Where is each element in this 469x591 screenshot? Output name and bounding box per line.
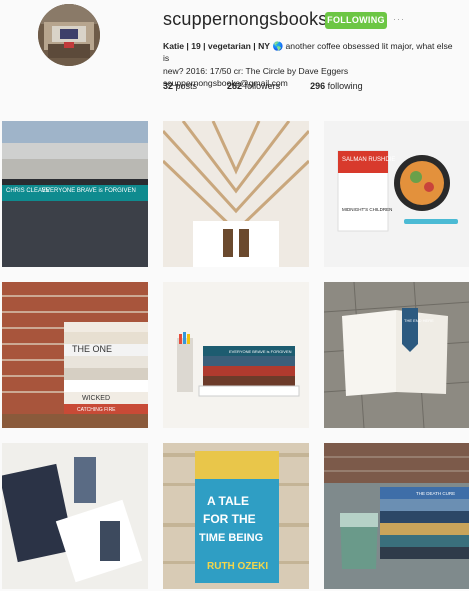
post-tile[interactable]: EVERYONE BRAVE is FORGIVEN	[163, 282, 309, 428]
posts-stat: 32 posts	[163, 81, 197, 91]
book-title-text: EVERYONE BRAVE is FORGIVEN	[42, 188, 136, 194]
post-image	[2, 443, 148, 589]
tale-line-3: TIME BEING	[199, 532, 263, 544]
profile-stats: 32 posts 282 followers 296 following	[163, 81, 393, 91]
profile-username: scuppernongsbooks	[163, 9, 328, 29]
globe-emoji-icon: 🌎	[272, 41, 284, 51]
post-tile[interactable]: SALMAN RUSHDIE MIDNIGHT'S CHILDREN	[324, 121, 469, 267]
book-author-text: SALMAN RUSHDIE	[342, 157, 395, 163]
posts-count: 32	[163, 81, 174, 91]
tale-line-1: A TALE	[207, 494, 249, 508]
posts-label: posts	[175, 81, 198, 91]
post-image: THE ONE WICKED CATCHING FIRE	[2, 282, 148, 428]
post-image: THE END HERE	[324, 282, 469, 428]
profile-avatar[interactable]	[38, 4, 100, 66]
post-tile[interactable]	[2, 443, 148, 589]
post-image: EVERYONE BRAVE is FORGIVEN	[163, 282, 309, 428]
post-tile[interactable]: THE DEATH CURE	[324, 443, 469, 589]
more-options-icon[interactable]: ···	[393, 13, 407, 25]
post-image: CHRIS CLEAVE EVERYONE BRAVE is FORGIVEN	[2, 121, 148, 267]
post-tile[interactable]: A TALE FOR THE TIME BEING RUTH OZEKI	[163, 443, 309, 589]
following-stat[interactable]: 296 following	[310, 81, 363, 91]
following-button[interactable]: FOLLOWING	[325, 12, 387, 29]
post-image: A TALE FOR THE TIME BEING RUTH OZEKI	[163, 443, 309, 589]
wicked-label: WICKED	[82, 395, 110, 402]
post-image	[163, 121, 309, 267]
bio-name: Katie | 19 | vegetarian | NY	[163, 41, 271, 51]
book-author-text: RUTH OZEKI	[207, 561, 268, 572]
bio-line-2: new? 2016: 17/50 cr: The Circle by Dave …	[163, 65, 349, 76]
avatar-image	[38, 4, 100, 66]
post-tile[interactable]: THE END HERE	[324, 282, 469, 428]
book-title-text: EVERYONE BRAVE is FORGIVEN	[229, 349, 292, 354]
book-title-text: THE DEATH CURE	[416, 491, 455, 496]
book-title-text: MIDNIGHT'S CHILDREN	[342, 207, 392, 212]
tale-line-2: FOR THE	[203, 512, 256, 526]
followers-label: followers	[244, 81, 281, 91]
following-label: following	[327, 81, 363, 91]
post-image: SALMAN RUSHDIE MIDNIGHT'S CHILDREN	[324, 121, 469, 267]
followers-stat[interactable]: 282 followers	[227, 81, 280, 91]
post-tile[interactable]	[163, 121, 309, 267]
post-image: THE DEATH CURE	[324, 443, 469, 589]
book-title-text: THE ONE	[72, 344, 112, 354]
followers-count: 282	[227, 81, 243, 91]
following-count: 296	[310, 81, 326, 91]
catching-fire-label: CATCHING FIRE	[77, 407, 116, 413]
book-title-text: THE END HERE	[404, 318, 434, 323]
post-tile[interactable]: CHRIS CLEAVE EVERYONE BRAVE is FORGIVEN	[2, 121, 148, 267]
post-tile[interactable]: THE ONE WICKED CATCHING FIRE	[2, 282, 148, 428]
